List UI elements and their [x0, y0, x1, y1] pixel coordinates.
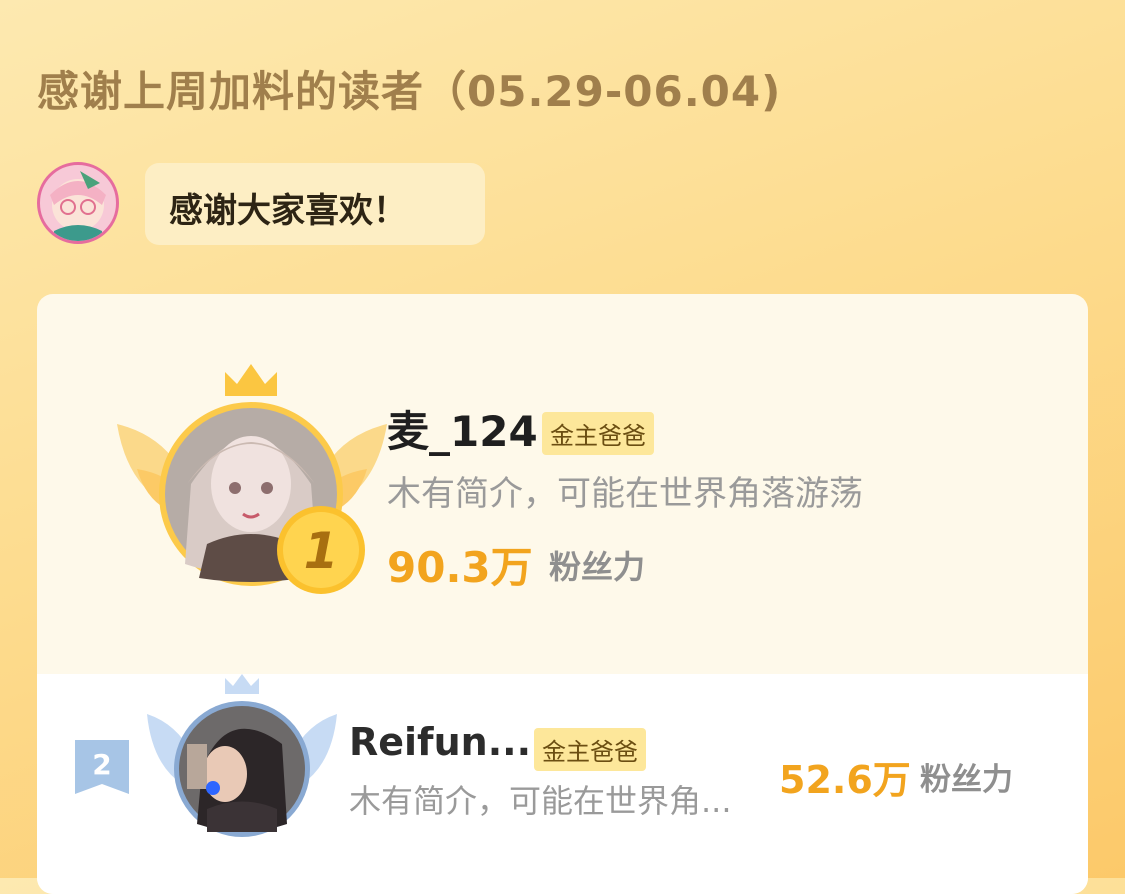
- page-title: 感谢上周加料的读者（05.29-06.04): [37, 67, 782, 116]
- rank-1-fans-label: 粉丝力: [549, 548, 646, 586]
- rank-2-number: 2: [92, 748, 111, 781]
- greeting-bubble: 感谢大家喜欢！: [145, 163, 485, 245]
- rank-2-name[interactable]: Reifun...: [349, 720, 531, 764]
- rank-1-badge: 金主爸爸: [542, 412, 654, 455]
- mascot-avatar: [37, 162, 119, 244]
- rank-1-description: 木有简介，可能在世界角落游荡: [387, 474, 863, 514]
- rank-2-flag-icon: 2: [75, 740, 129, 794]
- ranking-card: 1 麦_124 金主爸爸 木有简介，可能在世界角落游荡 90.3万 粉丝力 2 …: [37, 294, 1088, 894]
- greeting-text: 感谢大家喜欢！: [169, 191, 407, 231]
- rank-2-avatar[interactable]: [147, 674, 337, 844]
- rank-1-fans-value: 90.3万: [387, 543, 533, 592]
- rank-2-fans-value: 52.6万: [779, 758, 911, 802]
- rank-1-name[interactable]: 麦_124: [387, 398, 538, 459]
- rank-1-avatar[interactable]: 1: [117, 364, 387, 604]
- rank-2-badge: 金主爸爸: [534, 728, 646, 771]
- rank-2-fans-label: 粉丝力: [920, 762, 1013, 798]
- rank-2-description: 木有简介，可能在世界角...: [349, 782, 732, 820]
- svg-text:1: 1: [304, 522, 339, 580]
